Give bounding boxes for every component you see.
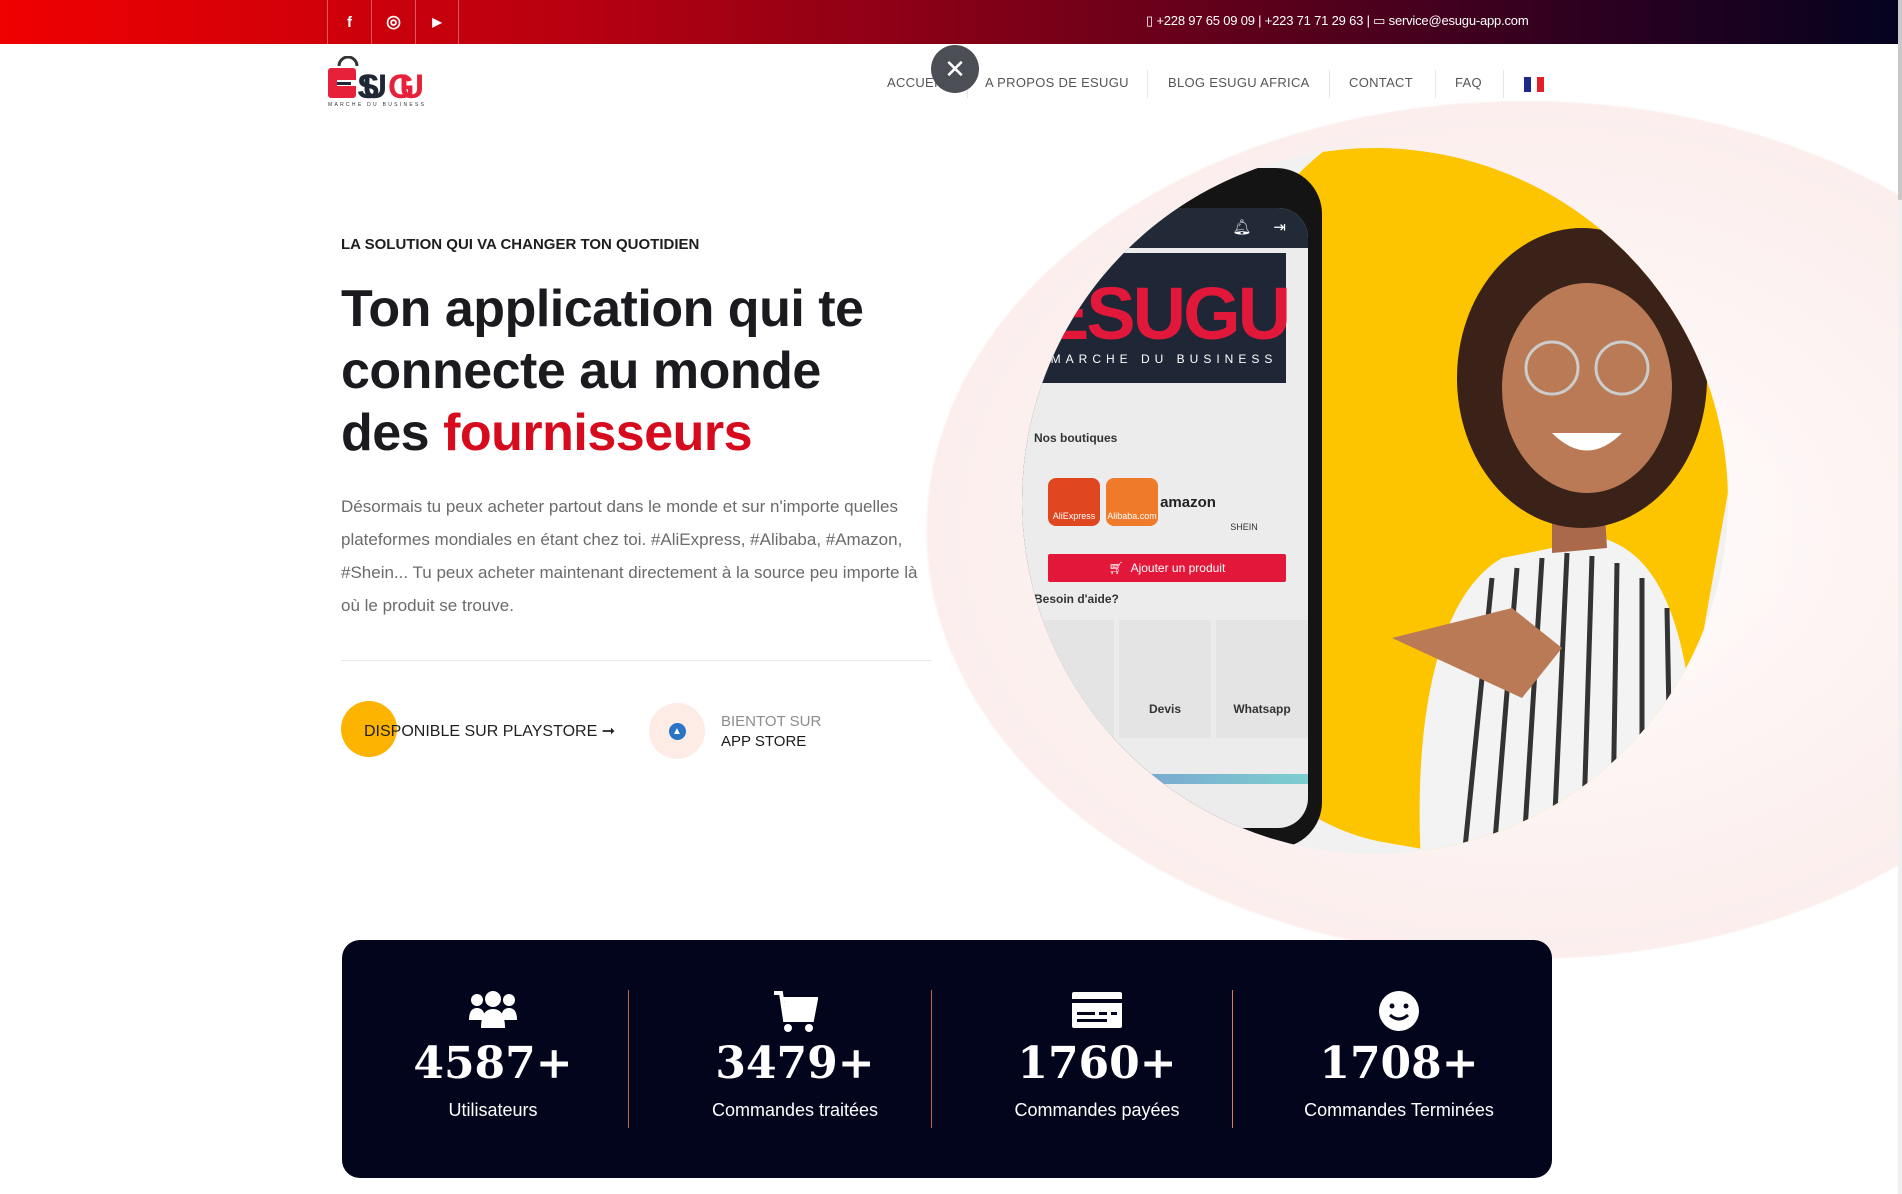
contact-info: ▯ +228 97 65 09 09 | +223 71 71 29 63 | … (1146, 13, 1529, 28)
hero-eyebrow: LA SOLUTION QUI VA CHANGER TON QUOTIDIEN (341, 236, 700, 253)
facebook-icon[interactable]: f (327, 0, 371, 44)
alibaba-logo: Alibaba.com (1106, 478, 1158, 526)
phone-mockup: 🔔︎ ⇥ ESUGU MARCHE DU BUSINESS Nos boutique… (1022, 168, 1322, 848)
stats-panel: 4587+ Utilisateurs 3479+ Commandes trait… (342, 940, 1552, 1178)
shein-logo: SHEIN (1230, 522, 1258, 532)
stat-users: 4587+ Utilisateurs (342, 940, 644, 1178)
nav-contact[interactable]: CONTACT (1349, 75, 1413, 90)
phone-icon: ▯ (1146, 13, 1153, 28)
stat-orders-processed: 3479+ Commandes traitées (644, 940, 946, 1178)
title-accent: fournisseurs (443, 404, 753, 462)
svg-text:SU: SU (357, 68, 387, 106)
woman-illustration (1392, 228, 1707, 854)
youtube-icon[interactable]: ▶ (415, 0, 459, 44)
hero-image: 🔔︎ ⇥ ESUGU MARCHE DU BUSINESS Nos boutique… (1022, 148, 1728, 854)
aliexpress-logo: AliExpress (1048, 478, 1100, 526)
phone-numbers: +228 97 65 09 09 | +223 71 71 29 63 (1156, 13, 1364, 28)
top-bar: f ◎ ▶ ▯ +228 97 65 09 09 | +223 71 71 29… (0, 0, 1898, 44)
bell-icon: 🔔︎ (1232, 219, 1252, 236)
appstore-icon: ▲ (668, 722, 686, 740)
app-banner: ESUGU MARCHE DU BUSINESS (1040, 253, 1291, 383)
cart-icon (644, 990, 946, 1034)
nav-blog[interactable]: BLOG ESUGU AFRICA (1168, 75, 1310, 90)
users-icon (342, 990, 644, 1034)
smile-icon (1248, 990, 1550, 1034)
instagram-icon[interactable]: ◎ (371, 0, 415, 44)
french-flag-icon[interactable] (1524, 77, 1545, 92)
stat-orders-paid: 1760+ Commandes payées (946, 940, 1248, 1178)
scrollbar-thumb[interactable] (1898, 0, 1902, 200)
hero-title: Ton application qui te connecte au monde… (341, 280, 864, 462)
svg-text:MARCHE DU BUSINESS: MARCHE DU BUSINESS (328, 102, 425, 108)
nav-a-propos[interactable]: A PROPOS DE ESUGU (985, 75, 1129, 90)
svg-text:GU: GU (388, 68, 424, 106)
credit-card-icon (946, 990, 1248, 1034)
close-button[interactable]: ✕ (931, 45, 979, 93)
scrollbar[interactable] (1898, 0, 1902, 1194)
divider (341, 660, 932, 661)
email-link[interactable]: service@esugu-app.com (1389, 13, 1529, 28)
amazon-logo: amazon (1160, 493, 1216, 511)
nav-faq[interactable]: FAQ (1455, 75, 1482, 90)
stat-orders-completed: 1708+ Commandes Terminées (1248, 940, 1550, 1178)
logout-icon: ⇥ (1273, 219, 1286, 236)
add-product-button: 🛒︎ Ajouter un produit (1048, 554, 1286, 582)
esugu-logo[interactable]: SU GU MARCHE DU BUSINESS (327, 55, 432, 108)
hero-description: Désormais tu peux acheter partout dans l… (341, 497, 918, 615)
message-icon: ▭ (1373, 13, 1386, 28)
